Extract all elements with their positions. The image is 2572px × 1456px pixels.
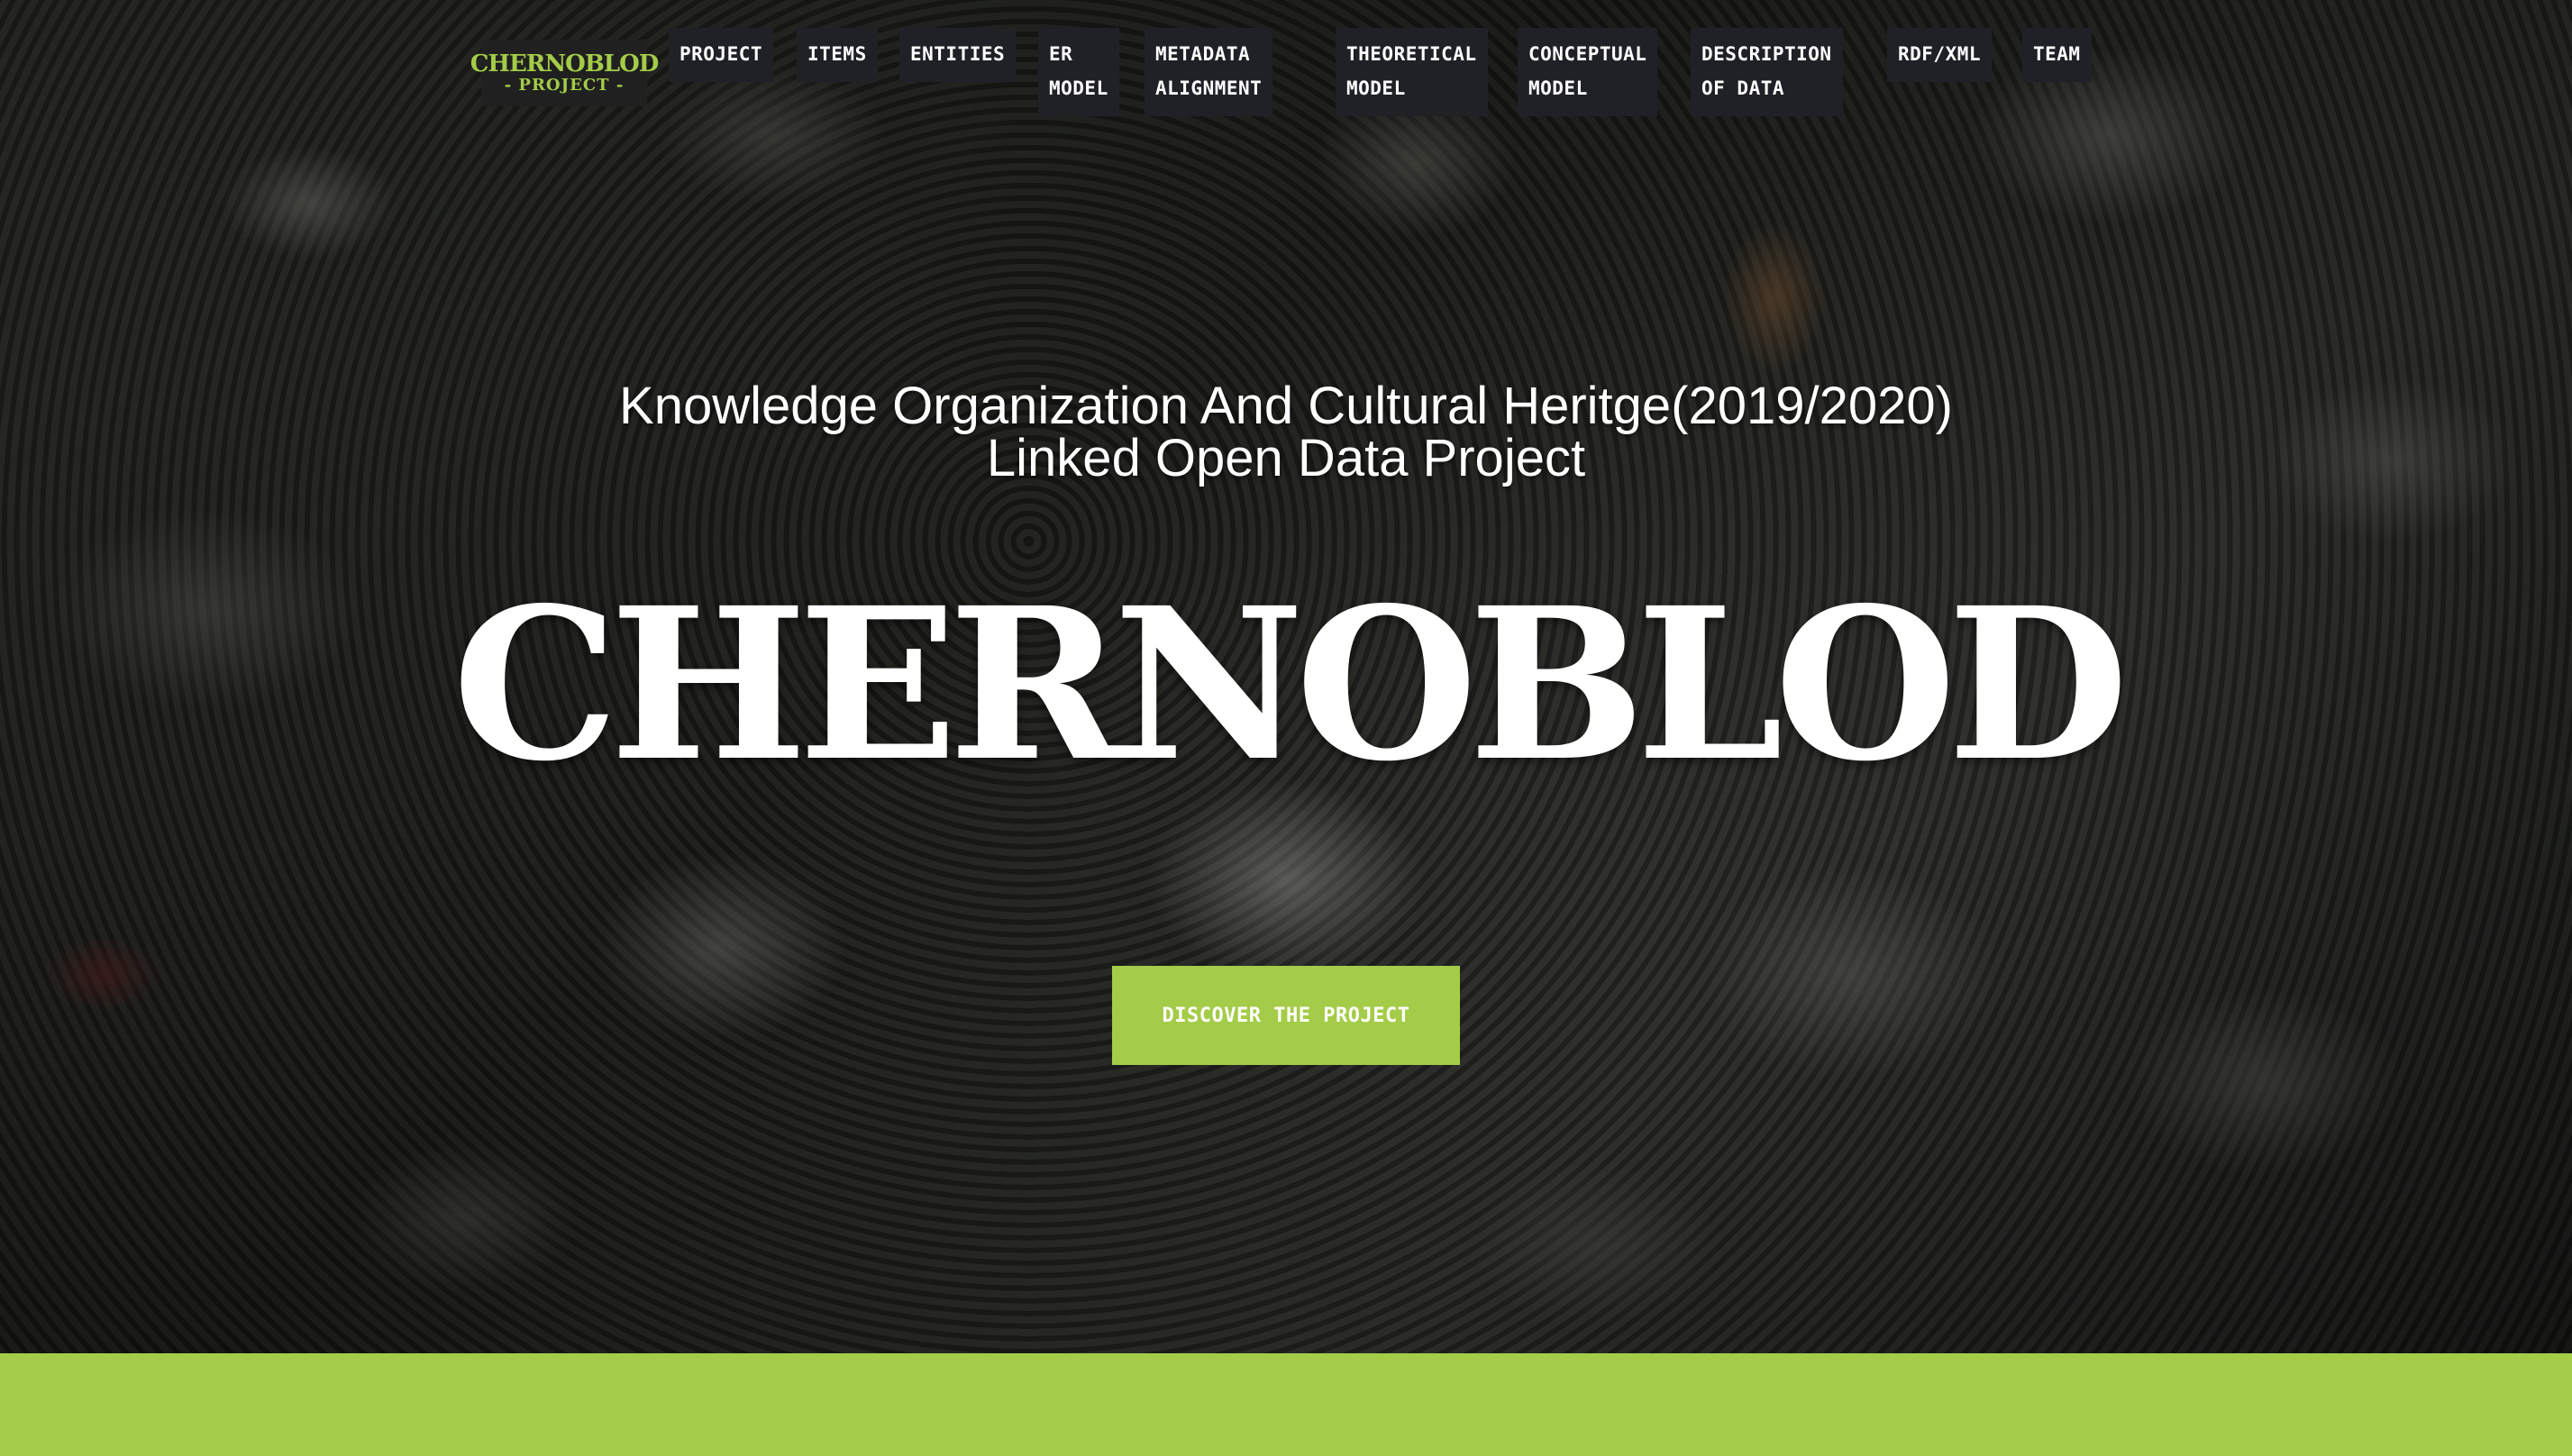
- nav-item-theoretical-model[interactable]: Theoretical Model: [1336, 28, 1488, 116]
- nav-item-conceptual-model[interactable]: Conceptual Model: [1518, 28, 1658, 116]
- hero-subtitle: Knowledge Organization And Cultural Heri…: [0, 380, 2572, 485]
- hero-subtitle-line2: Linked Open Data Project: [986, 429, 1586, 487]
- nav-item-label: Alignment: [1155, 77, 1263, 99]
- nav-item-label: RDF/XML: [1898, 43, 1982, 65]
- nav-item-label: Metadata: [1155, 43, 1251, 65]
- nav-item-label: Model: [1346, 77, 1406, 99]
- nav-item-label: Project: [679, 43, 763, 65]
- top-navigation: CHERNOBLOD - PROJECT - Project Items Ent…: [0, 0, 2572, 126]
- logo-subtitle: - PROJECT -: [504, 76, 625, 95]
- nav-item-label: Model: [1528, 77, 1588, 99]
- nav-item-label: ER: [1049, 43, 1073, 65]
- nav-item-label: Description: [1701, 43, 1832, 65]
- nav-item-project[interactable]: Project: [669, 28, 774, 82]
- nav-item-metadata-alignment[interactable]: Metadata Alignment: [1145, 28, 1273, 116]
- nav-item-rdf-xml[interactable]: RDF/XML: [1887, 28, 1993, 82]
- nav-item-entities[interactable]: Entities: [899, 28, 1017, 82]
- hero-title: CHERNOBLOD: [451, 561, 2129, 807]
- nav-item-label: Team: [2033, 43, 2081, 65]
- nav-item-label: Entities: [910, 43, 1006, 65]
- nav-item-label: of Data: [1701, 77, 1785, 99]
- nav-item-label: Conceptual: [1528, 43, 1647, 65]
- nav-item-items[interactable]: Items: [797, 28, 878, 82]
- nav-item-label: Theoretical: [1346, 43, 1477, 65]
- nav-item-label: Model: [1049, 77, 1108, 99]
- bottom-accent-bar: [0, 1353, 2572, 1456]
- nav-item-description-of-data[interactable]: Description of Data: [1691, 28, 1843, 116]
- site-logo[interactable]: CHERNOBLOD - PROJECT -: [470, 40, 659, 106]
- discover-project-button[interactable]: Discover the project: [1112, 966, 1460, 1065]
- logo-title: CHERNOBLOD: [470, 50, 660, 77]
- nav-item-label: Items: [807, 43, 867, 65]
- nav-item-team[interactable]: Team: [2022, 28, 2092, 82]
- nav-item-er-model[interactable]: ER Model: [1038, 28, 1119, 116]
- hero-subtitle-line1: Knowledge Organization And Cultural Heri…: [619, 377, 1953, 435]
